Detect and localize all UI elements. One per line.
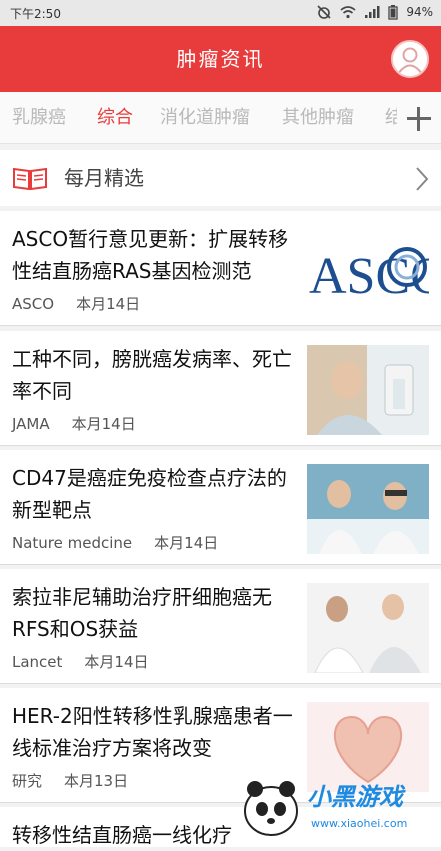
article-source: JAMA: [12, 415, 50, 433]
watermark: 小黑游戏 www.xiaohei.com: [241, 769, 441, 839]
article-source: Lancet: [12, 653, 62, 671]
article-meta: 研究 本月13日: [12, 770, 128, 791]
status-bar: 下午2:50 94%: [0, 0, 441, 26]
article-title: 索拉非尼辅助治疗肝细胞癌无RFS和OS获益: [12, 581, 302, 645]
article-title: CD47是癌症免疫检查点疗法的新型靶点: [12, 462, 302, 526]
user-icon: [393, 42, 427, 76]
article-date: 本月14日: [76, 295, 140, 313]
add-tab-icon[interactable]: [397, 92, 441, 144]
article-date: 本月13日: [64, 772, 128, 790]
article-meta: JAMA 本月14日: [12, 413, 136, 434]
tab-other-tumor[interactable]: 其他肿瘤: [282, 92, 354, 144]
avatar[interactable]: [391, 40, 429, 78]
article-date: 本月14日: [72, 415, 136, 433]
battery-level: 94%: [406, 5, 433, 19]
article-item[interactable]: CD47是癌症免疫检查点疗法的新型靶点 Nature medcine 本月14日: [0, 450, 441, 565]
watermark-url: www.xiaohei.com: [311, 817, 407, 830]
article-meta: Nature medcine 本月14日: [12, 532, 218, 553]
status-time: 下午2:50: [10, 5, 61, 22]
page-title: 肿瘤资讯: [0, 26, 441, 92]
article-title: ASCO暂行意见更新：扩展转移性结直肠癌RAS基因检测范: [12, 223, 302, 287]
article-source: 研究: [12, 772, 42, 790]
article-title: HER-2阳性转移性乳腺癌患者一线标准治疗方案将改变: [12, 700, 302, 764]
article-date: 本月14日: [84, 653, 148, 671]
article-meta: Lancet 本月14日: [12, 651, 149, 672]
alarm-off-icon: [316, 4, 332, 20]
monthly-selection[interactable]: 每月精选: [0, 150, 441, 206]
chevron-right-icon: [415, 166, 429, 192]
article-title: 工种不同，膀胱癌发病率、死亡率不同: [12, 343, 302, 407]
monthly-label: 每月精选: [64, 150, 144, 206]
category-tabs: 乳腺癌 综合 消化道肿瘤 其他肿瘤 结: [0, 92, 441, 144]
article-date: 本月14日: [154, 534, 218, 552]
article-thumbnail: [307, 464, 429, 554]
article-thumbnail: ASCO: [307, 225, 429, 315]
article-meta: ASCO 本月14日: [12, 293, 140, 314]
article-source: ASCO: [12, 295, 54, 313]
tab-digestive-tumor[interactable]: 消化道肿瘤: [160, 92, 250, 144]
article-source: Nature medcine: [12, 534, 132, 552]
article-thumbnail: [307, 583, 429, 673]
app-header: 肿瘤资讯: [0, 26, 441, 92]
article-thumbnail: [307, 345, 429, 435]
tab-breast-cancer[interactable]: 乳腺癌: [12, 92, 66, 144]
tab-general[interactable]: 综合: [97, 92, 133, 144]
book-icon: [12, 166, 48, 190]
watermark-text: 小黑游戏: [307, 777, 403, 812]
article-item[interactable]: 索拉非尼辅助治疗肝细胞癌无RFS和OS获益 Lancet 本月14日: [0, 569, 441, 684]
signal-icon: [364, 5, 380, 19]
battery-icon: [388, 5, 398, 20]
article-item[interactable]: 工种不同，膀胱癌发病率、死亡率不同 JAMA 本月14日: [0, 331, 441, 446]
wifi-icon: [340, 5, 356, 19]
article-item[interactable]: ASCO暂行意见更新：扩展转移性结直肠癌RAS基因检测范 ASCO 本月14日 A…: [0, 211, 441, 326]
